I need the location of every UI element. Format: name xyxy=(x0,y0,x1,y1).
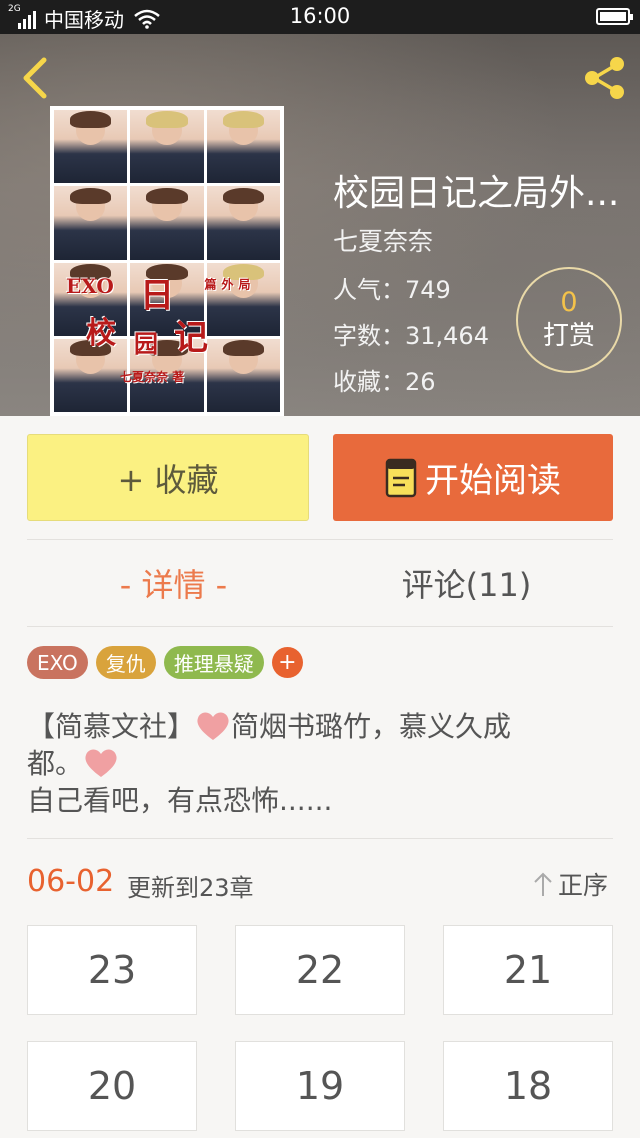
battery-icon xyxy=(596,8,633,25)
update-text: 更新到23章 xyxy=(127,874,254,902)
divider xyxy=(27,838,613,839)
tag-mystery[interactable]: 推理悬疑 xyxy=(163,646,264,679)
chapter-button[interactable]: 18 xyxy=(443,1041,613,1131)
cover-text-char: 校 xyxy=(86,316,116,351)
read-label: 开始阅读 xyxy=(425,461,561,501)
chapter-button[interactable]: 22 xyxy=(235,925,405,1015)
cover-text-char: 园 xyxy=(134,329,158,358)
back-icon[interactable] xyxy=(14,56,54,100)
status-bar: 2G 中国移动 16:00 xyxy=(0,0,640,34)
chapter-button[interactable]: 20 xyxy=(27,1041,197,1131)
cover-photo xyxy=(54,110,128,184)
heart-icon xyxy=(85,749,117,777)
chapter-button[interactable]: 23 xyxy=(27,925,197,1015)
add-tag-button[interactable]: + xyxy=(271,647,303,678)
tab-details[interactable]: - 详情 - xyxy=(27,560,320,606)
book-author[interactable]: 七夏奈奈 xyxy=(333,222,433,258)
tip-label: 打赏 xyxy=(542,321,595,351)
cover-photo xyxy=(206,262,280,336)
share-icon[interactable] xyxy=(580,54,628,102)
description-line1: 简烟书璐竹，慕义久成 xyxy=(231,710,512,743)
divider xyxy=(27,539,613,540)
chapter-button[interactable]: 21 xyxy=(443,925,613,1015)
cover-photo xyxy=(54,186,128,260)
description-prefix: 【简慕文社】 xyxy=(27,710,196,743)
book-cover[interactable]: EXO 日 校 园 记 局外篇 七夏奈奈 著 xyxy=(50,106,284,416)
book-header: EXO 日 校 园 记 局外篇 七夏奈奈 著 校园日记之局外... 七夏奈奈 人… xyxy=(0,34,640,416)
book-title: 校园日记之局外... xyxy=(333,173,620,214)
arrow-up-icon xyxy=(534,872,552,896)
tab-comments[interactable]: 评论(11) xyxy=(320,560,613,606)
cover-photo xyxy=(206,338,280,412)
description-line3: 自己看吧，有点恐怖...... xyxy=(27,784,333,817)
cover-photo xyxy=(130,110,204,184)
cover-text-side: 局外篇 xyxy=(203,278,251,290)
favorites-stat: 收藏：26 xyxy=(333,368,436,396)
cover-photo xyxy=(130,186,204,260)
cover-photo xyxy=(206,110,280,184)
cover-author-line: 七夏奈奈 著 xyxy=(120,370,185,384)
tip-count: 0 xyxy=(560,287,578,318)
sort-toggle[interactable]: 正序 xyxy=(532,866,608,902)
tag-revenge[interactable]: 复仇 xyxy=(95,646,156,679)
tip-button[interactable]: 0 打赏 xyxy=(516,267,622,373)
cover-text-exo: EXO xyxy=(66,274,114,298)
book-description: 【简慕文社】 简烟书璐竹，慕义久成 都。 自己看吧，有点恐怖...... xyxy=(27,708,597,819)
cover-text-char: 日 xyxy=(140,276,174,316)
cover-text-char: 记 xyxy=(174,318,208,358)
chapter-grid: 23 22 21 20 19 18 xyxy=(27,925,613,1131)
add-to-favorites-button[interactable]: + 收藏 xyxy=(27,434,309,521)
chapter-button[interactable]: 19 xyxy=(235,1041,405,1131)
start-reading-button[interactable]: 开始阅读 xyxy=(333,434,613,521)
description-line2: 都。 xyxy=(27,747,84,780)
cover-photo xyxy=(206,186,280,260)
update-date: 06-02 xyxy=(27,864,115,899)
tag-exo[interactable]: EXO xyxy=(27,646,88,679)
favorite-label: + 收藏 xyxy=(117,460,219,499)
book-icon xyxy=(385,458,417,497)
clock: 16:00 xyxy=(289,4,351,28)
heart-icon xyxy=(197,712,229,740)
tag-list: EXO 复仇 推理悬疑 + xyxy=(27,646,303,679)
divider xyxy=(27,626,613,627)
popularity-stat: 人气：749 xyxy=(333,276,451,304)
word-count-stat: 字数：31,464 xyxy=(333,322,489,350)
sort-label: 正序 xyxy=(558,871,609,900)
